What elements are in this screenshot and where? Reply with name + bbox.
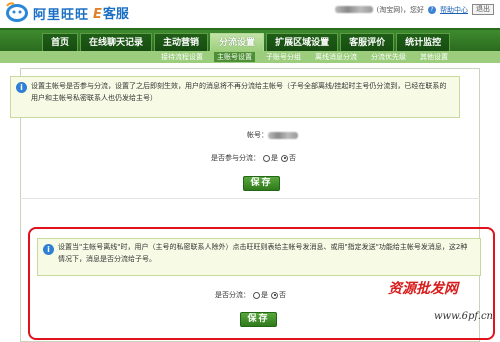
participate-yes-label: 是: [271, 154, 278, 162]
help-icon: ?: [428, 5, 436, 14]
info-icon: i: [16, 82, 27, 93]
greeting-text: (淘宝网)，您好: [376, 5, 424, 14]
main-nav: 首页 在线聊天记录 主动营销 分流设置 扩展区域设置 客服评价 统计监控: [0, 28, 500, 51]
subtab-3[interactable]: 离线消息分流: [312, 52, 360, 62]
tab-4[interactable]: 扩展区域设置: [266, 33, 339, 51]
blurred-username: [334, 6, 373, 13]
tab-2[interactable]: 主动营销: [154, 33, 209, 51]
brand-subtitle: E客服: [93, 7, 129, 22]
blurred-account-name: [268, 131, 298, 139]
notice-text: 设置主帐号是否参与分流，设置了之后即刻生效，用户的消息将不再分流给主帐号（子号全…: [31, 82, 447, 102]
tab-0[interactable]: 首页: [42, 33, 79, 51]
tab-3[interactable]: 分流设置: [210, 33, 265, 51]
participate-yes-radio[interactable]: [263, 154, 270, 162]
subtab-5[interactable]: 其他设置: [417, 52, 451, 62]
exit-button[interactable]: 退出: [472, 4, 494, 15]
notice-main-account: i 设置主帐号是否参与分流，设置了之后即刻生效，用户的消息将不再分流给主帐号（子…: [10, 76, 460, 118]
save-button-1[interactable]: 保存: [243, 176, 280, 191]
subtab-4[interactable]: 分流优先级: [368, 52, 409, 62]
tab-6[interactable]: 统计监控: [396, 33, 451, 51]
subtab-2[interactable]: 子账号分组: [263, 52, 304, 62]
section-divider: [20, 198, 480, 199]
account-label: 帐号：: [247, 131, 268, 139]
participate-no-label: 否: [289, 154, 296, 162]
aliwangwang-logo-icon: [6, 2, 28, 22]
subtab-0[interactable]: 接待流程设置: [158, 52, 206, 62]
tab-1[interactable]: 在线聊天记录: [80, 33, 153, 51]
sub-tabs: 接待流程设置 主账号设置 子账号分组 离线消息分流 分流优先级 其他设置: [158, 52, 451, 62]
user-area: (淘宝网)，您好 ? 帮助中心 退出: [334, 4, 494, 15]
watermark-url: www.6pf.cn: [434, 311, 493, 322]
help-center-link[interactable]: 帮助中心: [440, 5, 468, 15]
subtab-1[interactable]: 主账号设置: [214, 52, 255, 62]
participate-no-radio[interactable]: [281, 154, 288, 162]
tab-5[interactable]: 客服评价: [340, 33, 395, 51]
participate-row: 是否参与分流： 是 否: [211, 153, 296, 163]
sub-nav: 接待流程设置 主账号设置 子账号分组 离线消息分流 分流优先级 其他设置: [0, 51, 500, 63]
watermark-title: 资源批发网: [388, 281, 458, 297]
app-header: 阿里旺旺 E客服 (淘宝网)，您好 ? 帮助中心 退出: [0, 0, 500, 28]
account-row: 帐号：: [247, 130, 298, 140]
brand-name: 阿里旺旺: [33, 8, 90, 23]
main-tabs: 首页 在线聊天记录 主动营销 分流设置 扩展区域设置 客服评价 统计监控: [42, 33, 451, 51]
participate-label: 是否参与分流：: [211, 154, 260, 162]
